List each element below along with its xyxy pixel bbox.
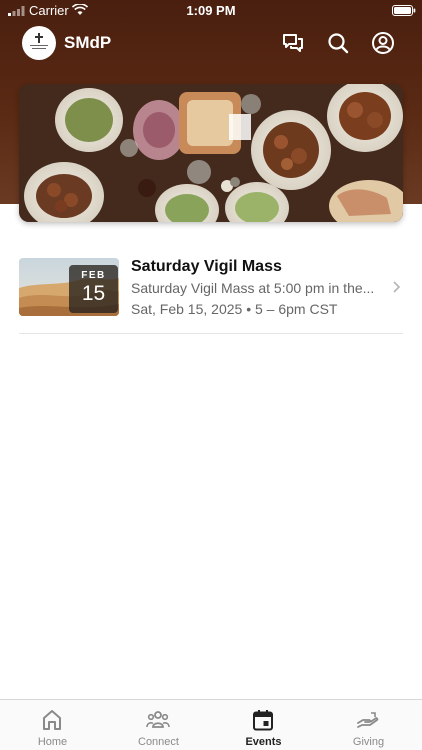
event-description: Saturday Vigil Mass at 5:00 pm in the...	[131, 280, 375, 296]
date-badge-month: FEB	[81, 270, 106, 281]
people-icon	[146, 711, 170, 728]
tab-events-label: Events	[245, 736, 282, 748]
food-table-photo	[19, 84, 403, 222]
clock: 1:09 PM	[186, 3, 236, 18]
battery-icon	[392, 5, 416, 16]
search-button[interactable]	[325, 30, 351, 56]
profile-button[interactable]	[370, 30, 396, 56]
tab-events[interactable]: Events	[211, 700, 316, 750]
chat-icon	[283, 34, 303, 52]
date-badge-day: 15	[81, 282, 106, 305]
app-title: SMdP	[64, 33, 112, 52]
tab-giving[interactable]: Giving	[316, 700, 421, 750]
logo-cross-icon	[30, 33, 48, 49]
event-date-time: Sat, Feb 15, 2025 • 5 – 6pm CST	[131, 301, 338, 317]
tab-home[interactable]: Home	[0, 700, 105, 750]
tab-home-label: Home	[37, 736, 68, 748]
chevron-right-icon	[393, 281, 401, 293]
tab-connect-label: Connect	[138, 736, 179, 748]
home-icon	[43, 710, 61, 730]
tab-connect[interactable]: Connect	[106, 700, 211, 750]
event-thumbnail: FEB 15	[19, 258, 119, 316]
profile-icon	[372, 32, 394, 54]
app-bar: SMdP	[0, 24, 422, 64]
giving-hand-icon	[357, 712, 379, 728]
event-title: Saturday Vigil Mass	[131, 258, 282, 275]
parish-logo[interactable]	[22, 26, 56, 60]
tab-bar: Home Connect Events Giving	[0, 699, 422, 750]
calendar-icon	[253, 710, 273, 731]
status-bar: Carrier 1:09 PM	[0, 0, 422, 22]
hero-banner-image[interactable]	[19, 84, 403, 222]
date-badge: FEB 15	[69, 265, 118, 313]
event-list-item[interactable]: FEB 15 Saturday Vigil Mass Saturday Vigi…	[19, 258, 403, 334]
search-icon	[328, 33, 349, 54]
tab-giving-label: Giving	[352, 736, 385, 748]
chat-button[interactable]	[280, 30, 306, 56]
